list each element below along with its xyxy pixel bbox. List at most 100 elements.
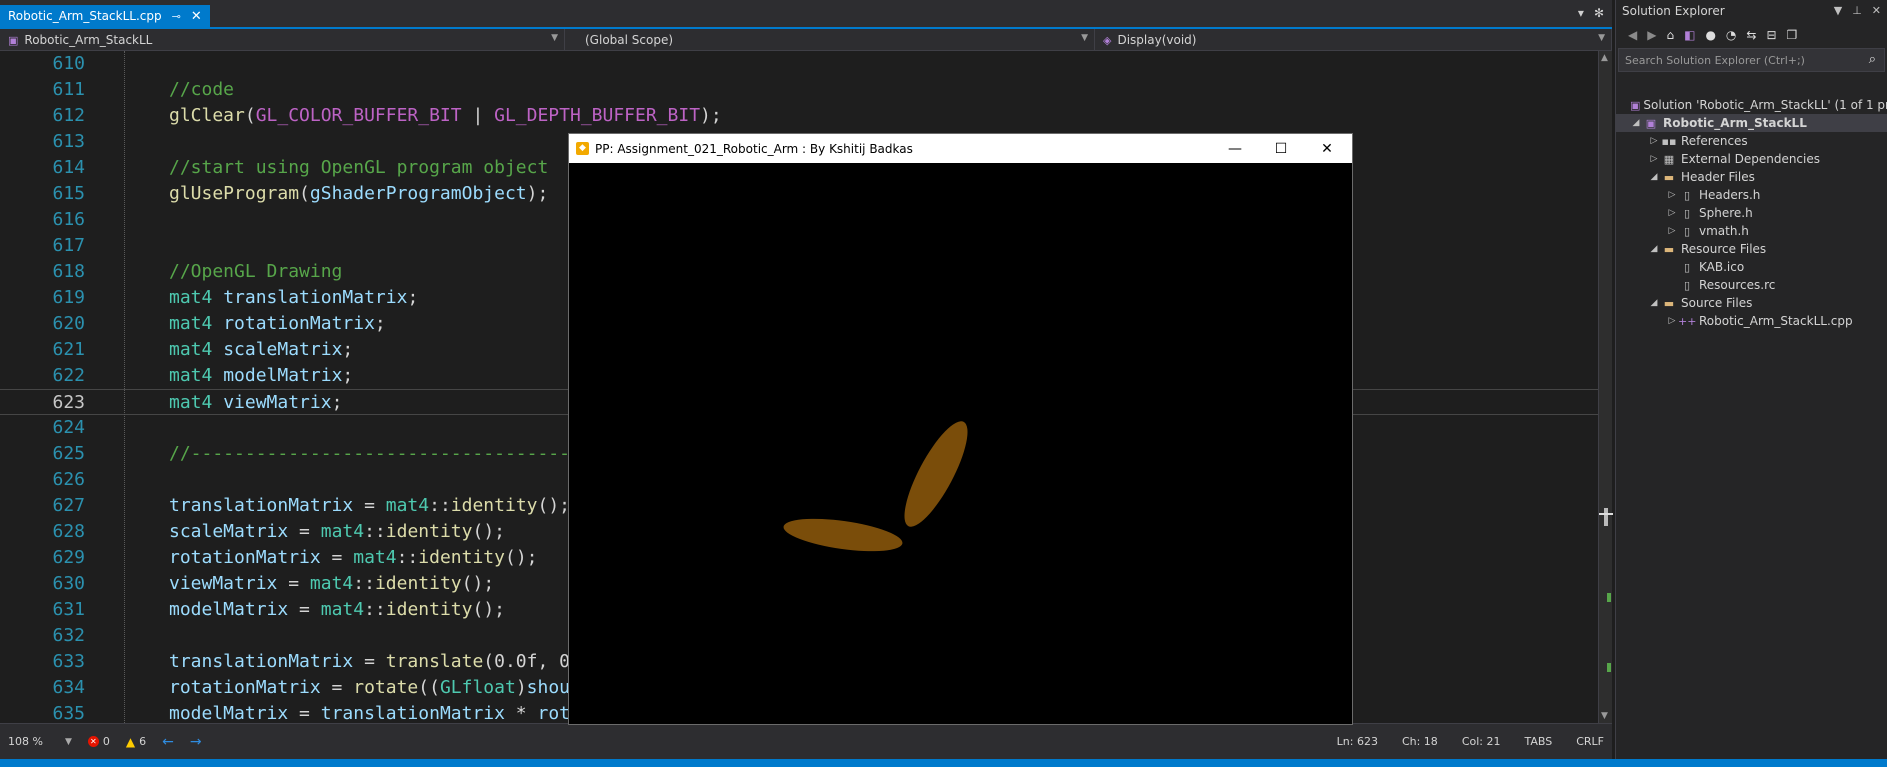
code-text: mat4 translationMatrix;	[169, 287, 419, 308]
render-canvas[interactable]	[569, 163, 1352, 724]
search-icon[interactable]: ⌕	[1869, 52, 1876, 67]
pin-icon[interactable]: ⊸	[172, 10, 181, 23]
code-text: translationMatrix = mat4::identity();	[169, 495, 571, 516]
expander-icon[interactable]: ▷	[1666, 316, 1678, 326]
tree-item-label: Sphere.h	[1699, 206, 1753, 220]
tree-item[interactable]: ◢ ▬ Source Files	[1616, 294, 1887, 312]
opengl-window-title: PP: Assignment_021_Robotic_Arm : By Kshi…	[595, 141, 913, 156]
line-number-label: 614	[52, 157, 85, 178]
expander-icon[interactable]: ▷	[1648, 136, 1660, 146]
expander-icon[interactable]: ◢	[1648, 244, 1660, 254]
close-icon[interactable]: ✕	[1872, 4, 1881, 17]
history-icon[interactable]: ◔	[1726, 28, 1736, 42]
tree-item-label: Robotic_Arm_StackLL	[1663, 116, 1807, 130]
ref-icon: ▦	[1663, 152, 1675, 166]
code-line[interactable]: 611 //code	[0, 77, 1598, 103]
scope-dropdown[interactable]: (Global Scope) ▼	[565, 29, 1095, 51]
indent-mode[interactable]: TABS	[1524, 735, 1552, 748]
code-text: //start using OpenGL program object	[169, 157, 549, 178]
tree-item-label: External Dependencies	[1681, 152, 1821, 166]
line-number-label: 634	[52, 677, 85, 698]
tree-item[interactable]: ▯ Resources.rc	[1616, 276, 1887, 294]
expander-icon[interactable]: ▷	[1648, 154, 1660, 164]
arrow-left-icon[interactable]: ←	[162, 734, 174, 750]
expander-icon[interactable]: ▷	[1666, 208, 1678, 218]
expander-icon[interactable]: ◢	[1648, 172, 1660, 182]
line-number-label: 618	[52, 261, 85, 282]
chevron-down-icon: ▼	[1598, 33, 1605, 43]
back-icon[interactable]: ◀	[1628, 28, 1637, 42]
tabbar-tools: ▾ ✻	[1578, 6, 1604, 20]
file-icon: ▯	[1683, 260, 1691, 274]
close-button[interactable]: ✕	[1304, 134, 1350, 163]
line-number-label: 615	[52, 183, 85, 204]
member-dropdown[interactable]: ◈ Display(void) ▼	[1095, 29, 1612, 51]
sync-icon[interactable]: ⇆	[1746, 28, 1756, 42]
errors-indicator[interactable]: ✕ 0	[80, 735, 118, 748]
change-marker	[1607, 663, 1611, 672]
tree-item[interactable]: ◢ ▬ Header Files	[1616, 168, 1887, 186]
tree-item[interactable]: ▷ ▯ Sphere.h	[1616, 204, 1887, 222]
maximize-button[interactable]: ☐	[1258, 134, 1304, 163]
code-text: scaleMatrix = mat4::identity();	[169, 521, 505, 542]
solution-explorer-search[interactable]: Search Solution Explorer (Ctrl+;) ⌕	[1618, 48, 1885, 72]
opengl-window[interactable]: ◆ PP: Assignment_021_Robotic_Arm : By Ks…	[568, 133, 1353, 725]
show-all-files-icon[interactable]: ❐	[1787, 28, 1798, 42]
tree-item[interactable]: ▷ ▦ External Dependencies	[1616, 150, 1887, 168]
pin-icon[interactable]: ⊥	[1852, 4, 1862, 17]
tree-item[interactable]: ◢ ▬ Resource Files	[1616, 240, 1887, 258]
forward-icon[interactable]: ▶	[1647, 28, 1656, 42]
close-tab-icon[interactable]: ✕	[191, 9, 202, 24]
app-icon: ◆	[576, 142, 589, 155]
collapse-all-icon[interactable]: ⊟	[1766, 28, 1776, 42]
project-dropdown-value: Robotic_Arm_StackLL	[24, 33, 153, 47]
line-number-label: 633	[52, 651, 85, 672]
project-dropdown[interactable]: ▣ Robotic_Arm_StackLL ▼	[0, 29, 565, 51]
change-marker	[1607, 593, 1611, 602]
pending-changes-icon[interactable]: ●	[1705, 28, 1715, 42]
tree-item[interactable]: ▯ KAB.ico	[1616, 258, 1887, 276]
minimize-button[interactable]: —	[1212, 134, 1258, 163]
code-text: viewMatrix = mat4::identity();	[169, 573, 495, 594]
tree-item[interactable]: ▷ ▯ Headers.h	[1616, 186, 1887, 204]
gear-icon[interactable]: ✻	[1594, 6, 1604, 20]
editor-scrollbar[interactable]: ▲ ▼	[1598, 51, 1613, 723]
scroll-thumb[interactable]	[1604, 508, 1608, 526]
code-line[interactable]: 612 glClear(GL_COLOR_BUFFER_BIT | GL_DEPT…	[0, 103, 1598, 129]
code-text: //code	[169, 79, 235, 100]
line-number-label: 628	[52, 521, 85, 542]
char-number: Ch: 18	[1401, 735, 1438, 748]
document-tab[interactable]: Robotic_Arm_StackLL.cpp ⊸ ✕	[0, 5, 210, 27]
line-number-label: 622	[52, 365, 85, 386]
project-icon: ▣	[8, 33, 19, 47]
expander-icon[interactable]: ◢	[1630, 118, 1642, 128]
chevron-down-icon[interactable]: ▼	[1834, 4, 1842, 17]
scroll-up-icon[interactable]: ▲	[1601, 53, 1608, 63]
switch-views-icon[interactable]: ◧	[1684, 28, 1695, 42]
code-line[interactable]: 610	[0, 51, 1598, 77]
output-panel-header[interactable]	[0, 759, 1887, 767]
scroll-down-icon[interactable]: ▼	[1601, 711, 1608, 721]
warnings-indicator[interactable]: ▲ 6	[118, 735, 154, 749]
tab-dropdown-icon[interactable]: ▾	[1578, 6, 1584, 20]
line-number: Ln: 623	[1336, 735, 1378, 748]
document-tab-bar: Robotic_Arm_StackLL.cpp ⊸ ✕ ▾ ✻	[0, 0, 1612, 29]
expander-icon[interactable]: ▷	[1666, 190, 1678, 200]
opengl-window-title-bar[interactable]: ◆ PP: Assignment_021_Robotic_Arm : By Ks…	[569, 134, 1352, 163]
expander-icon[interactable]: ◢	[1648, 298, 1660, 308]
ref-icon: ▪▪	[1661, 134, 1677, 148]
code-text: glClear(GL_COLOR_BUFFER_BIT | GL_DEPTH_B…	[169, 105, 722, 126]
line-number-label: 619	[52, 287, 85, 308]
tree-item[interactable]: ▷ ++ Robotic_Arm_StackLL.cpp	[1616, 312, 1887, 330]
forearm-segment	[904, 421, 968, 527]
tree-item[interactable]: ◢ ▣ Robotic_Arm_StackLL	[1616, 114, 1887, 132]
tree-item[interactable]: ▷ ▯ vmath.h	[1616, 222, 1887, 240]
arrow-right-icon[interactable]: →	[190, 734, 202, 750]
expander-icon[interactable]: ▷	[1666, 226, 1678, 236]
tree-item[interactable]: ▷ ▪▪ References	[1616, 132, 1887, 150]
home-icon[interactable]: ⌂	[1666, 28, 1674, 42]
tree-item-label: Solution 'Robotic_Arm_StackLL' (1 of 1 p…	[1643, 98, 1887, 112]
line-ending[interactable]: CRLF	[1576, 735, 1604, 748]
zoom-dropdown[interactable]: 108 % ▼	[0, 735, 80, 748]
tree-item[interactable]: ▣ Solution 'Robotic_Arm_StackLL' (1 of 1 …	[1616, 96, 1887, 114]
